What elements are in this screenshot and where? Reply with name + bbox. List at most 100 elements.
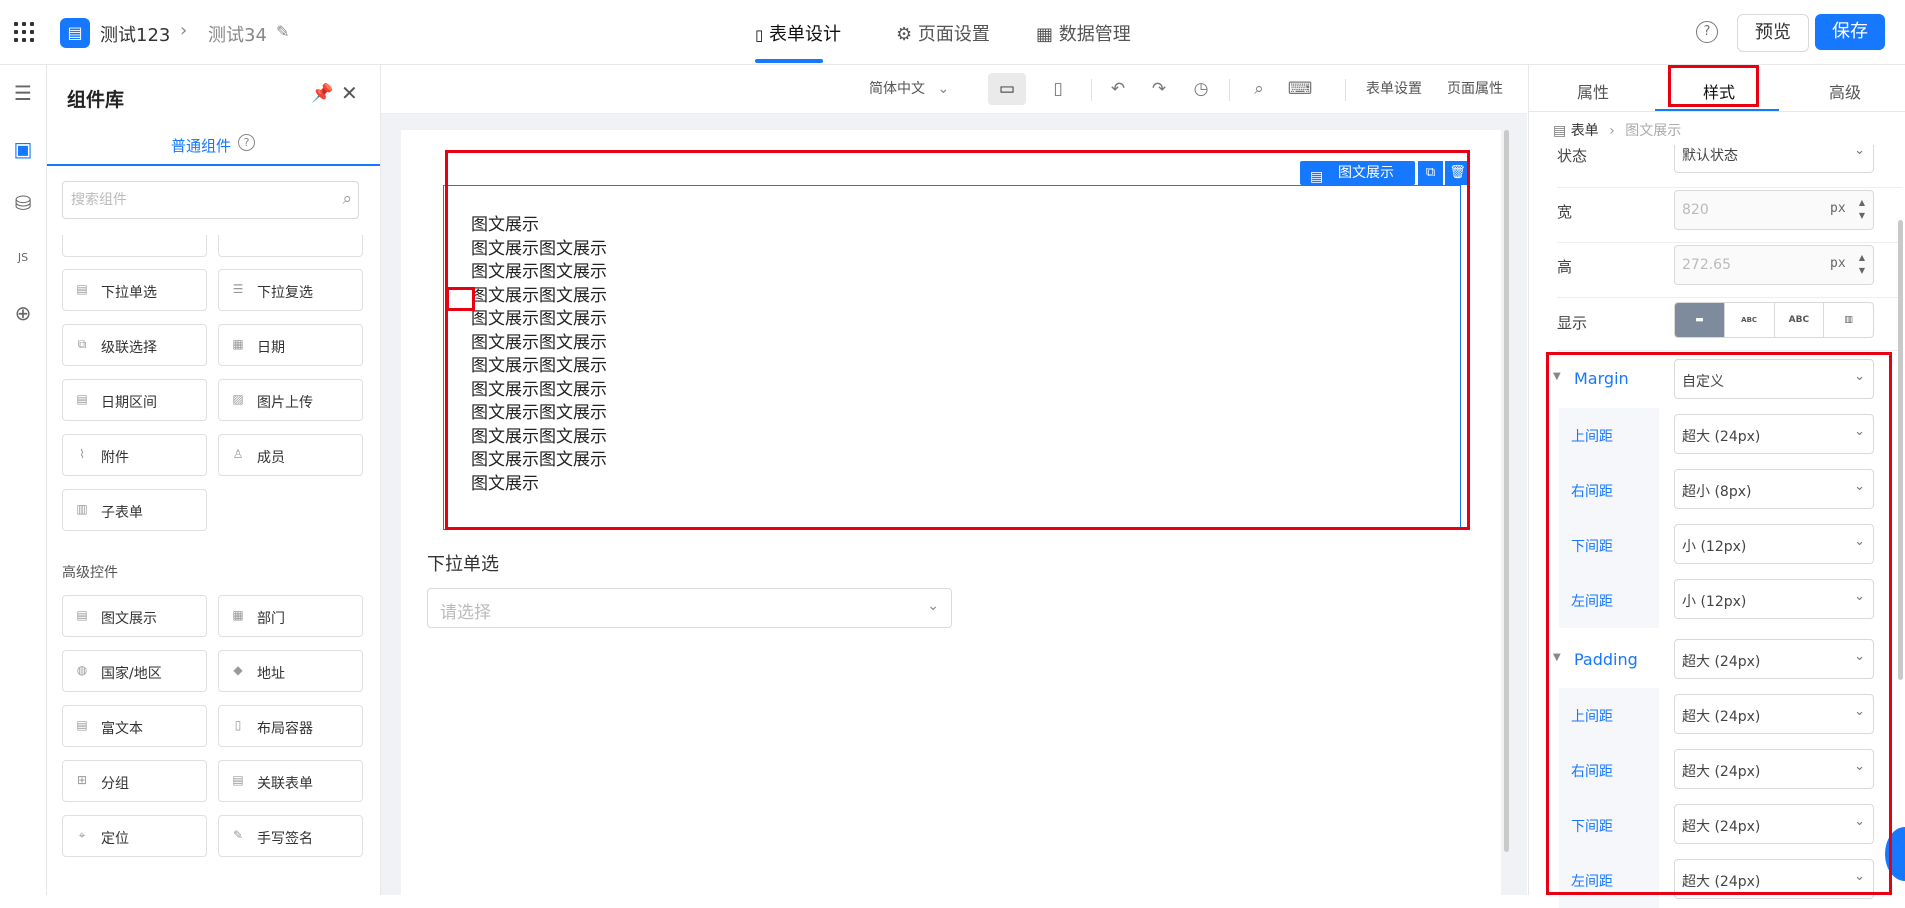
component-item[interactable]: ⧉ 级联选择 bbox=[62, 324, 207, 366]
help-icon[interactable]: ? bbox=[238, 134, 255, 151]
component-item[interactable]: ▤ 富文本 bbox=[62, 705, 207, 747]
search-icon[interactable]: ⌕ bbox=[1240, 73, 1278, 105]
highlight-box bbox=[445, 150, 1470, 530]
outline-tree-icon[interactable]: ☰ bbox=[5, 75, 41, 111]
data-source-icon[interactable]: ⛁ bbox=[5, 185, 41, 221]
close-icon[interactable]: ✕ bbox=[341, 81, 358, 105]
breadcrumb-page[interactable]: 测试34 bbox=[208, 21, 267, 47]
search-icon[interactable]: ⌕ bbox=[342, 189, 352, 209]
active-tab-indicator bbox=[755, 59, 823, 63]
form-settings-link[interactable]: 表单设置 bbox=[1366, 78, 1422, 98]
top-bar: ▤ 测试123 › 测试34 ✎ ▯ 表单设计 ⚙ 页面设置 ▦ 数据管理 ? … bbox=[0, 0, 1905, 65]
language-select[interactable]: 简体中文 ⌄ bbox=[869, 78, 949, 98]
document-icon: ▯ bbox=[755, 26, 764, 44]
component-label: 附件 bbox=[101, 450, 129, 466]
component-item[interactable]: ▤ 图文展示 bbox=[62, 595, 207, 637]
language-value: 简体中文 bbox=[869, 81, 925, 97]
select-placeholder: 请选择 bbox=[440, 603, 491, 623]
component-label: 国家/地区 bbox=[101, 666, 162, 682]
stepper-icon[interactable]: ▲ ▼ bbox=[1855, 251, 1869, 277]
stepper-icon[interactable]: ▲ ▼ bbox=[1855, 196, 1869, 222]
component-item[interactable]: ▤ 日期区间 bbox=[62, 379, 207, 421]
breadcrumb-current: 图文展示 bbox=[1625, 123, 1682, 139]
undo-icon[interactable]: ↶ bbox=[1099, 73, 1137, 105]
component-item-partial[interactable] bbox=[62, 235, 207, 257]
component-label: 定位 bbox=[101, 831, 129, 847]
divider bbox=[1557, 297, 1902, 298]
globe-icon[interactable]: ⊕ bbox=[5, 295, 41, 331]
tab-page-settings[interactable]: ⚙ 页面设置 bbox=[896, 20, 990, 46]
component-item[interactable]: ⌖ 定位 bbox=[62, 815, 207, 857]
component-item[interactable]: ✎ 手写签名 bbox=[218, 815, 363, 857]
properties-scrollbar[interactable] bbox=[1898, 220, 1903, 680]
mobile-view-button[interactable]: ▯ bbox=[1039, 73, 1077, 105]
component-panel: 组件库 📌 ✕ 普通组件 ? ⌕ ▤ 下拉单选 ☰ 下拉复选 ⧉ 级联选择 ▦ … bbox=[47, 65, 381, 895]
component-item-partial[interactable] bbox=[218, 235, 363, 257]
display-inline-button[interactable]: ABC bbox=[1775, 303, 1825, 337]
chevron-right-icon: › bbox=[1609, 123, 1615, 139]
signature-icon: ✎ bbox=[232, 828, 244, 842]
dropdown-select[interactable]: 请选择 ⌄ bbox=[427, 588, 952, 628]
keyboard-icon[interactable]: ⌨ bbox=[1281, 73, 1319, 105]
tab-advanced[interactable]: 高级 bbox=[1829, 79, 1861, 103]
component-label: 地址 bbox=[257, 666, 285, 682]
width-value: 820 bbox=[1682, 202, 1709, 218]
canvas-scrollbar[interactable] bbox=[1504, 130, 1509, 852]
js-icon[interactable]: JS bbox=[5, 240, 41, 276]
tab-data-management[interactable]: ▦ 数据管理 bbox=[1036, 20, 1131, 46]
save-button[interactable]: 保存 bbox=[1815, 14, 1885, 50]
component-item[interactable]: ▯ 布局容器 bbox=[218, 705, 363, 747]
display-inline-block-button[interactable]: ABC bbox=[1725, 303, 1775, 337]
field-label: 下拉单选 bbox=[427, 554, 499, 575]
search-input[interactable] bbox=[63, 182, 329, 218]
desktop-view-button[interactable]: ▭ bbox=[988, 73, 1026, 105]
page-props-link[interactable]: 页面属性 bbox=[1447, 78, 1503, 98]
breadcrumb-app[interactable]: 测试123 bbox=[100, 21, 170, 47]
display-flex-button[interactable]: ▥ bbox=[1824, 303, 1873, 337]
component-item[interactable]: ☰ 下拉复选 bbox=[218, 269, 363, 311]
component-label: 图文展示 bbox=[101, 611, 157, 627]
edit-icon[interactable]: ✎ bbox=[276, 22, 289, 41]
state-label: 状态 bbox=[1557, 147, 1588, 165]
display-block-button[interactable]: ▬ bbox=[1675, 303, 1725, 337]
breadcrumb-sticky: ▤ 表单 › 图文展示 bbox=[1553, 120, 1681, 140]
panel-title: 组件库 bbox=[67, 89, 125, 111]
checklist-icon: ☰ bbox=[232, 282, 244, 296]
height-value: 272.65 bbox=[1682, 257, 1731, 273]
gear-icon: ⚙ bbox=[896, 24, 913, 45]
component-item[interactable]: ◍ 国家/地区 bbox=[62, 650, 207, 692]
component-item[interactable]: ▤ 下拉单选 bbox=[62, 269, 207, 311]
component-item[interactable]: ▦ 日期 bbox=[218, 324, 363, 366]
component-item[interactable]: ▤ 关联表单 bbox=[218, 760, 363, 802]
height-input[interactable]: 272.65 px ▲ ▼ bbox=[1674, 245, 1874, 285]
divider bbox=[1091, 79, 1092, 101]
subform-icon: ▥ bbox=[76, 502, 88, 516]
app-grid-icon[interactable] bbox=[14, 22, 34, 42]
divider bbox=[1557, 350, 1902, 351]
chevron-down-icon: ⌄ bbox=[927, 598, 939, 614]
component-item[interactable]: ◆ 地址 bbox=[218, 650, 363, 692]
history-icon[interactable]: ◷ bbox=[1182, 73, 1220, 105]
divider bbox=[1529, 111, 1905, 112]
component-item[interactable]: ▦ 部门 bbox=[218, 595, 363, 637]
component-item[interactable]: ⌇ 附件 bbox=[62, 434, 207, 476]
breadcrumb-root[interactable]: 表单 bbox=[1571, 123, 1599, 139]
component-item[interactable]: ▥ 子表单 bbox=[62, 489, 207, 531]
location-icon: ⌖ bbox=[78, 828, 86, 842]
component-item[interactable]: ⊞ 分组 bbox=[62, 760, 207, 802]
width-label: 宽 bbox=[1557, 203, 1573, 221]
date-range-icon: ▤ bbox=[76, 392, 88, 406]
component-search[interactable]: ⌕ bbox=[62, 181, 359, 219]
width-input[interactable]: 820 px ▲ ▼ bbox=[1674, 190, 1874, 230]
component-item[interactable]: ♙ 成员 bbox=[218, 434, 363, 476]
preview-button[interactable]: 预览 bbox=[1737, 14, 1809, 52]
component-item[interactable]: ▨ 图片上传 bbox=[218, 379, 363, 421]
tab-label: 表单设计 bbox=[769, 24, 841, 45]
tab-form-design[interactable]: ▯ 表单设计 bbox=[755, 20, 841, 46]
components-icon[interactable]: ▣ bbox=[5, 131, 41, 167]
redo-icon[interactable]: ↷ bbox=[1140, 73, 1178, 105]
help-icon[interactable]: ? bbox=[1696, 21, 1718, 43]
pin-icon[interactable]: 📌 bbox=[311, 83, 333, 104]
tab-basic-components[interactable]: 普通组件 bbox=[171, 135, 231, 156]
tab-properties[interactable]: 属性 bbox=[1577, 79, 1609, 103]
